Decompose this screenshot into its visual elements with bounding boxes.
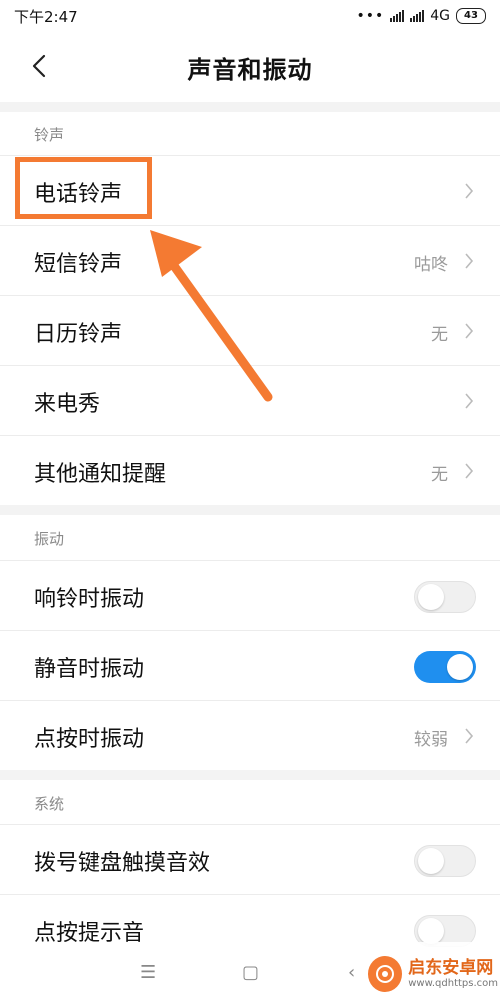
chevron-right-icon: [465, 323, 474, 339]
more-dots-icon: •••: [356, 8, 385, 24]
toggle-knob: [418, 848, 444, 874]
status-time: 下午2:47: [14, 7, 78, 26]
watermark-name: 启东安卓网: [408, 958, 494, 979]
row-value: 较弱: [414, 730, 448, 750]
section-divider: [0, 505, 500, 515]
row-haptic-feedback[interactable]: 点按时振动 较弱: [0, 700, 500, 770]
row-label: 静音时振动: [34, 657, 145, 682]
signal-icon-2: [410, 10, 425, 22]
row-dialpad-touch-sound[interactable]: 拨号键盘触摸音效: [0, 824, 500, 894]
chevron-right-icon: [465, 463, 474, 479]
section-divider: [0, 770, 500, 780]
back-nav-icon[interactable]: ‹: [348, 962, 355, 983]
dialpad-touch-sound-toggle[interactable]: [414, 845, 476, 877]
row-label: 短信铃声: [34, 252, 123, 277]
row-label: 日历铃声: [34, 322, 123, 347]
vibrate-on-silent-toggle[interactable]: [414, 651, 476, 683]
row-label: 来电秀: [34, 392, 101, 417]
row-label: 拨号键盘触摸音效: [34, 851, 211, 876]
section-header-vibration: 振动: [34, 530, 65, 548]
section-header-system: 系统: [34, 795, 65, 813]
row-value: 咕咚: [414, 255, 448, 275]
annotation-arrow-icon: [150, 230, 273, 402]
watermark-logo-icon: [368, 956, 403, 992]
chevron-right-icon: [465, 393, 474, 409]
watermark-url: www.qdhttps.com: [408, 977, 498, 989]
row-other-notifications[interactable]: 其他通知提醒 无: [0, 435, 500, 505]
chevron-right-icon: [465, 728, 474, 744]
row-value: 无: [431, 465, 448, 485]
chevron-right-icon: [465, 253, 474, 269]
status-bar: 下午2:47 ••• 4G 43: [0, 0, 500, 32]
row-vibrate-on-ring[interactable]: 响铃时振动: [0, 560, 500, 630]
watermark: 启东安卓网 www.qdhttps.com: [368, 950, 498, 998]
row-label: 响铃时振动: [34, 587, 145, 612]
signal-icon: [390, 10, 405, 22]
row-label: 点按时振动: [34, 727, 145, 752]
page-title: 声音和振动: [187, 56, 313, 84]
vibrate-on-ring-toggle[interactable]: [414, 581, 476, 613]
row-value: 无: [431, 325, 448, 345]
home-icon[interactable]: ▢: [242, 962, 259, 983]
chevron-right-icon: [465, 183, 474, 199]
row-label: 其他通知提醒: [34, 462, 167, 487]
title-bar: 声音和振动: [0, 32, 500, 102]
section-header-ringtones: 铃声: [34, 126, 65, 144]
toggle-knob: [418, 584, 444, 610]
toggle-knob: [418, 918, 444, 944]
battery-icon: 43: [456, 8, 486, 24]
toggle-knob: [447, 654, 473, 680]
annotation-highlight-box: [15, 157, 152, 219]
section-divider: [0, 102, 500, 112]
watermark-text: 启东安卓网 www.qdhttps.com: [408, 959, 498, 989]
status-icons: ••• 4G 43: [356, 8, 486, 24]
network-type: 4G: [430, 8, 450, 24]
row-vibrate-on-silent[interactable]: 静音时振动: [0, 630, 500, 700]
menu-icon[interactable]: ☰: [140, 962, 156, 983]
